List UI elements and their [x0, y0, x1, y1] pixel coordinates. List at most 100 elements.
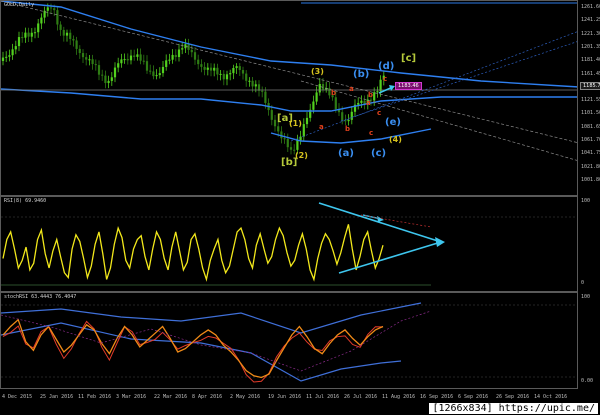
price-tick: 1121.55 [581, 97, 600, 104]
candle-body [139, 54, 142, 61]
stoch-tick-min: 0.00 [581, 378, 594, 384]
candle-body [40, 17, 43, 24]
wave-label: (d) [378, 61, 395, 72]
wave-label: c [369, 129, 374, 137]
date-tick: 8 Apr 2016 [192, 394, 223, 400]
candle-body [219, 73, 222, 75]
candle-body [75, 40, 78, 49]
wave-label: (b) [353, 69, 370, 80]
candle-body [206, 67, 209, 70]
candle-body [168, 59, 171, 61]
candle-body [197, 59, 200, 65]
candle-body [341, 112, 344, 121]
date-tick: 16 Sep 2016 [420, 394, 454, 400]
price-tick: 1101.50 [581, 110, 600, 117]
candle-body [190, 49, 193, 53]
candle-body [30, 32, 33, 37]
date-tick: 26 Jul 2016 [344, 394, 378, 400]
candle-body [91, 59, 94, 65]
candle-body [129, 55, 133, 61]
candle-body [296, 140, 299, 150]
rsi-chart [1, 202, 577, 286]
candle-body [101, 74, 104, 76]
candle-body [270, 110, 273, 120]
price-chart-pane[interactable]: GOLD,Daily [c] (d) (b) (3) c a b b a c [a] (1) a b (e)… [0, 0, 578, 196]
candle-body [123, 59, 126, 61]
candle-body [315, 92, 318, 102]
wave-label: (3) [311, 67, 324, 76]
price-tick: 1161.45 [581, 70, 600, 77]
candle-body [238, 66, 241, 71]
candle-body [225, 74, 229, 80]
date-tick: 22 Mar 2016 [154, 394, 188, 400]
rsi-tick-max: 100 [581, 198, 591, 204]
candle-body [379, 79, 382, 92]
candle-body [94, 64, 97, 66]
candle-body [273, 119, 277, 127]
rsi-title: RSI(8) 69.9460 [4, 198, 47, 204]
candle-body [171, 54, 174, 60]
candle-body [283, 138, 286, 140]
candle-body [373, 92, 376, 101]
candle-body [72, 38, 75, 41]
chart-title: GOLD,Daily [4, 2, 35, 8]
candle-body [289, 147, 293, 150]
stoch-rsi-pane[interactable]: stochRSI 63.4443 76.4047 [0, 292, 578, 389]
candle-body [14, 46, 17, 50]
candle-body [33, 32, 37, 34]
wave-label: (a) [338, 148, 354, 159]
candle-body [56, 10, 59, 25]
price-tick: 1001.80 [581, 176, 600, 183]
candle-body [209, 67, 213, 71]
candle-body [107, 80, 110, 84]
candle-body [5, 56, 8, 58]
candle-body [11, 49, 14, 56]
rsi-upper-trend [318, 202, 442, 243]
candle-body [158, 73, 161, 76]
candle-body [69, 32, 72, 39]
date-tick: 4 Dec 2015 [2, 394, 33, 400]
price-tick: 1261.60 [581, 4, 600, 10]
candle-body [1, 57, 5, 61]
candle-body [213, 67, 216, 71]
rsi-pane[interactable]: RSI(8) 69.9460 [0, 196, 578, 292]
candle-body [334, 97, 337, 110]
candle-body [235, 66, 238, 68]
upper-band-line [1, 1, 577, 88]
wave-label: (c) [371, 148, 387, 159]
candle-body [248, 80, 251, 82]
candle-body [376, 91, 379, 93]
current-price-badge: 1183.46 [395, 82, 422, 90]
date-tick: 25 Jan 2016 [40, 394, 74, 400]
candle-body [152, 71, 155, 77]
wave-label: [c] [401, 53, 417, 64]
lower-band-line [270, 128, 432, 144]
candle-body [88, 59, 91, 61]
candle-body [97, 65, 101, 75]
candle-body [8, 55, 11, 57]
price-tick: 1241.25 [581, 17, 600, 24]
rsi-axis: 100 0 [578, 196, 600, 292]
stoch-dotted [1, 310, 432, 372]
date-tick: 11 Feb 2016 [78, 394, 112, 400]
candle-body [27, 32, 30, 37]
stoch-k-line [2, 318, 384, 379]
candle-body [149, 70, 152, 72]
candle-body [245, 73, 248, 81]
candle-body [17, 37, 21, 47]
wave-label: [b] [281, 157, 298, 168]
wave-label: c [383, 75, 388, 83]
candle-body [49, 7, 53, 9]
watermark: [1266x834] https://upic.me/ [429, 403, 598, 414]
candle-body [261, 90, 264, 92]
wave-label: b [368, 91, 374, 99]
candle-body [305, 117, 309, 125]
price-tick: 1181.40 [581, 57, 600, 64]
candle-body [155, 75, 158, 77]
candle-body [126, 59, 129, 61]
candle-body [251, 80, 254, 87]
stoch-band-bottom [1, 322, 402, 382]
candle-body [229, 73, 232, 75]
candle-body [357, 102, 360, 105]
date-axis: 4 Dec 2015 25 Jan 2016 11 Feb 2016 3 Mar 20… [0, 389, 578, 400]
